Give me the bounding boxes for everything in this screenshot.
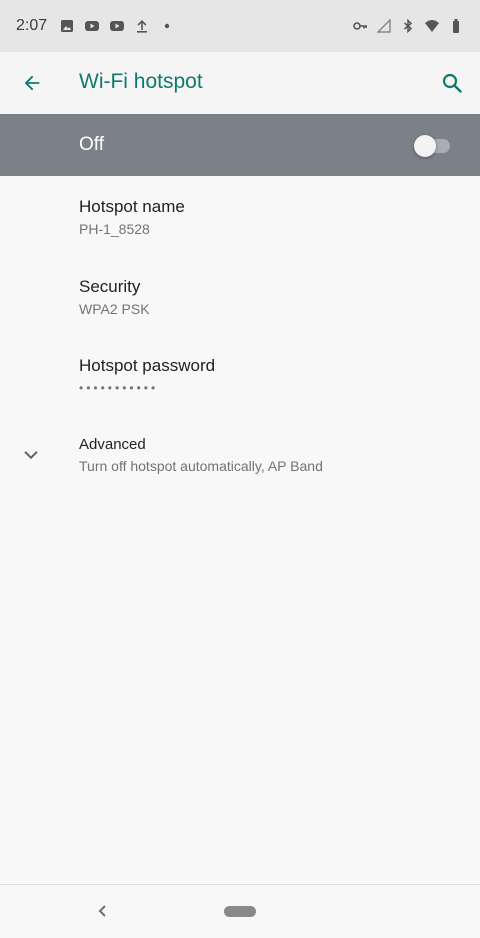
status-time: 2:07 — [16, 17, 48, 34]
dot-icon — [164, 23, 170, 29]
cell-signal-icon — [376, 18, 391, 33]
navigation-bar — [0, 884, 480, 938]
pref-hotspot-name[interactable]: Hotspot name PH-1_8528 — [0, 176, 480, 256]
pref-hotspot-password[interactable]: Hotspot password ••••••••••• — [0, 336, 480, 416]
toggle-thumb — [414, 135, 436, 157]
master-switch-label: Off — [79, 134, 104, 155]
search-button[interactable] — [436, 67, 468, 99]
password-mask: ••••••••••• — [79, 381, 159, 395]
battery-icon — [453, 19, 459, 33]
wifi-icon — [425, 20, 439, 32]
app-bar: Wi-Fi hotspot — [0, 52, 480, 114]
notification-icons — [59, 18, 175, 34]
pref-title: Security — [79, 277, 141, 296]
hotspot-toggle[interactable] — [414, 135, 450, 157]
pref-title: Hotspot password — [79, 356, 216, 375]
pref-summary: PH-1_8528 — [79, 221, 150, 237]
vpn-key-icon — [353, 22, 367, 30]
pref-summary: WPA2 PSK — [79, 301, 150, 317]
page-title: Wi-Fi hotspot — [79, 70, 203, 93]
pref-security[interactable]: Security WPA2 PSK — [0, 256, 480, 336]
advanced-title: Advanced — [79, 436, 146, 453]
back-button[interactable] — [16, 67, 48, 99]
home-pill-icon[interactable] — [224, 906, 256, 917]
chevron-down-icon — [24, 451, 38, 460]
hotspot-master-switch-bar[interactable]: Off — [0, 114, 480, 176]
upload-icon — [137, 20, 148, 33]
youtube-icon — [85, 21, 100, 31]
advanced-summary: Turn off hotspot automatically, AP Band — [79, 458, 323, 474]
image-icon — [61, 20, 74, 32]
nav-back-icon[interactable] — [94, 901, 112, 921]
arrow-left-icon — [24, 75, 40, 91]
status-bar: 2:07 — [0, 0, 480, 52]
pref-title: Hotspot name — [79, 197, 185, 216]
pref-advanced[interactable]: Advanced Turn off hotspot automatically,… — [0, 416, 480, 496]
bluetooth-icon — [404, 18, 413, 34]
system-icons — [352, 18, 464, 34]
search-icon — [442, 73, 462, 93]
youtube-icon — [110, 21, 125, 31]
